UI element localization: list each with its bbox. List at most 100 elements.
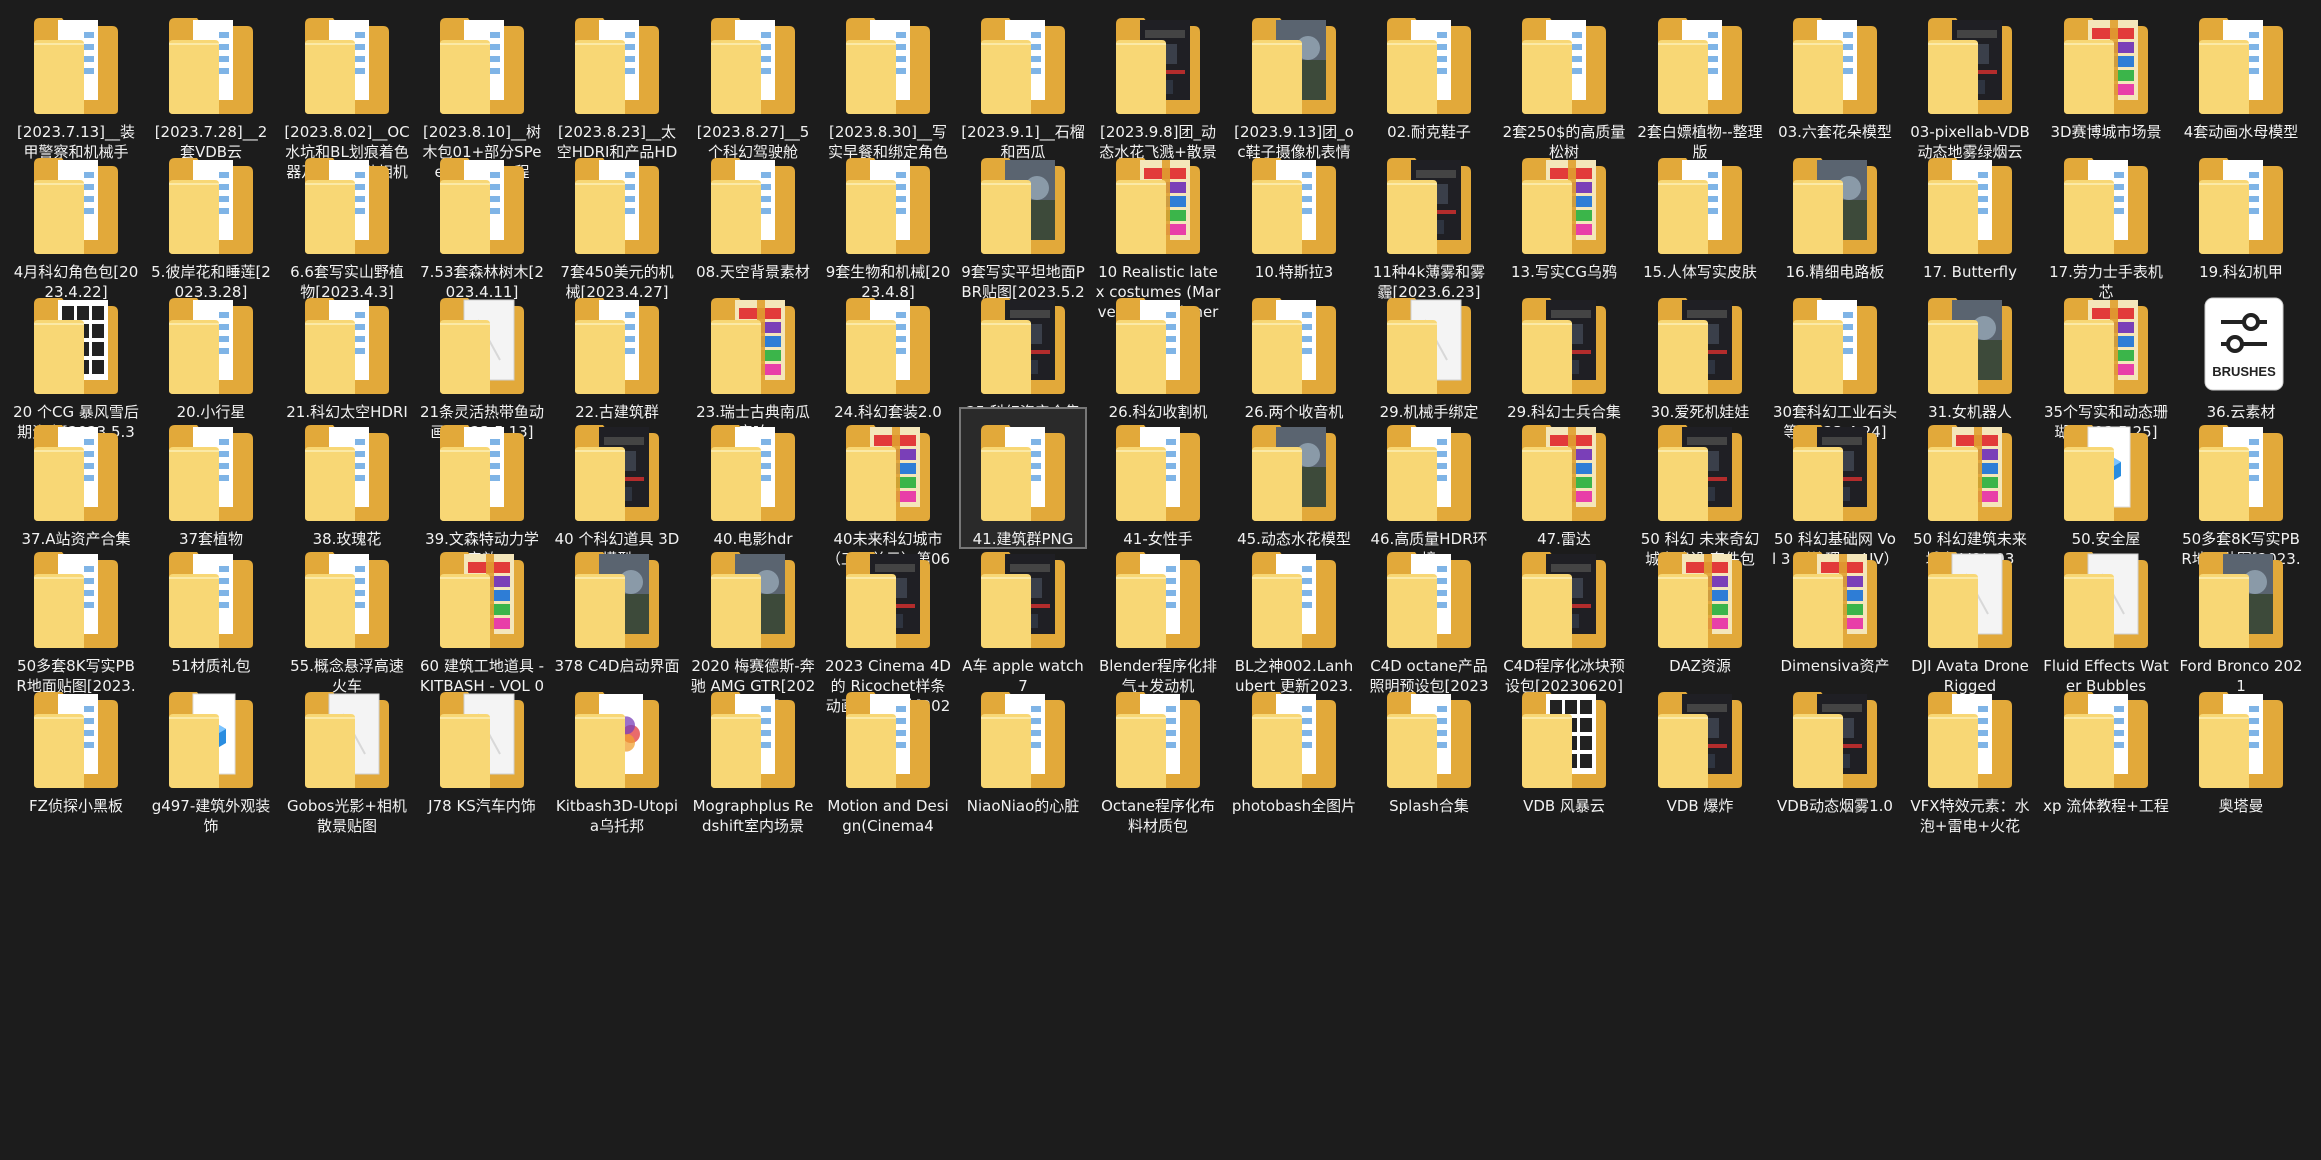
folder-item[interactable]: 2套白嫖植物--整理版 xyxy=(1636,0,1764,162)
folder-label: Gobos光影+相机散景贴图 xyxy=(287,797,407,835)
folder-item[interactable]: [2023.8.27]__5个科幻驾驶舱 xyxy=(689,0,817,162)
folder-icon xyxy=(569,14,665,118)
folder-item[interactable]: VFX特效元素：水泡+雷电+火花 xyxy=(1906,674,2034,836)
folder-item[interactable]: 29.机械手绑定 xyxy=(1365,280,1493,422)
folder-item[interactable]: 40.电影hdr xyxy=(689,407,817,549)
folder-icon xyxy=(975,154,1071,258)
folder-icon xyxy=(2193,154,2289,258)
folder-item[interactable]: Mographplus Redshift室内场景 xyxy=(689,674,817,836)
folder-item[interactable]: 7.53套森林树木[2023.4.11] xyxy=(418,140,546,302)
folder-item[interactable]: 03-pixellab-VDB动态地雾绿烟云 xyxy=(1906,0,2034,162)
folder-label: photobash全图片 xyxy=(1231,797,1357,815)
folder-item[interactable]: 5.彼岸花和睡莲[2023.3.28] xyxy=(147,140,275,302)
folder-item[interactable]: DJI Avata Drone Rigged xyxy=(1906,534,2034,696)
folder-item[interactable]: 41.建筑群PNG xyxy=(959,407,1087,549)
folder-item[interactable]: 19.科幻机甲 xyxy=(2177,140,2305,282)
folder-item[interactable]: Fluid Effects Water Bubbles xyxy=(2042,534,2170,696)
folder-item[interactable]: DAZ资源 xyxy=(1636,534,1764,676)
folder-item[interactable]: 47.雷达 xyxy=(1500,407,1628,549)
folder-item[interactable]: 7套450美元的机械[2023.4.27] xyxy=(553,140,681,302)
folder-label: Motion and Design(Cinema4 xyxy=(827,797,949,835)
folder-item[interactable]: 45.动态水花模型 xyxy=(1230,407,1358,549)
folder-item[interactable]: 20.小行星 xyxy=(147,280,275,422)
folder-item[interactable]: 50.安全屋 xyxy=(2042,407,2170,549)
folder-item[interactable]: 38.玫瑰花 xyxy=(283,407,411,549)
folder-icon xyxy=(1652,421,1748,525)
folder-item[interactable]: 4套动画水母模型 xyxy=(2177,0,2305,142)
folder-item[interactable]: 11种4k薄雾和雾霾[2023.6.23] xyxy=(1365,140,1493,302)
folder-item[interactable]: Ford Bronco 2021 xyxy=(2177,534,2305,696)
folder-item[interactable]: Octane程序化布料材质包 xyxy=(1094,674,1222,836)
folder-icon xyxy=(705,294,801,398)
folder-item[interactable]: [2023.7.28]__2套VDB云 xyxy=(147,0,275,162)
folder-item[interactable]: 55.概念悬浮高速火车 xyxy=(283,534,411,696)
folder-icon xyxy=(1516,548,1612,652)
folder-icon xyxy=(163,294,259,398)
folder-item[interactable]: Kitbash3D-Utopia乌托邦 xyxy=(553,674,681,836)
folder-item[interactable]: 37套植物 xyxy=(147,407,275,549)
folder-item[interactable]: 9套生物和机械[2023.4.8] xyxy=(824,140,952,302)
folder-item[interactable]: Dimensiva资产 xyxy=(1771,534,1899,676)
folder-item[interactable]: VDB动态烟雾1.0 xyxy=(1771,674,1899,816)
folder-item[interactable]: 10.特斯拉3 xyxy=(1230,140,1358,282)
folder-item[interactable]: g497-建筑外观装饰 xyxy=(147,674,275,836)
folder-label: xp 流体教程+工程 xyxy=(2043,797,2169,815)
folder-item[interactable]: 02.耐克鞋子 xyxy=(1365,0,1493,142)
folder-item[interactable]: 4月科幻角色包[2023.4.22] xyxy=(12,140,140,302)
folder-item[interactable]: Blender程序化排气+发动机 xyxy=(1094,534,1222,696)
folder-label: 51材质礼包 xyxy=(171,657,251,675)
folder-item[interactable]: Gobos光影+相机散景贴图 xyxy=(283,674,411,836)
folder-item[interactable]: 奥塔曼 xyxy=(2177,674,2305,816)
folder-item[interactable]: 24.科幻套装2.0 xyxy=(824,280,952,422)
folder-item[interactable]: 17.劳力士手表机芯 xyxy=(2042,140,2170,302)
folder-icon xyxy=(1922,421,2018,525)
folder-item[interactable]: VDB 爆炸 xyxy=(1636,674,1764,816)
folder-item[interactable]: 2套250$的高质量松树 xyxy=(1500,0,1628,162)
folder-item[interactable]: 16.精细电路板 xyxy=(1771,140,1899,282)
folder-item[interactable]: C4D程序化冰块预设包[20230620] xyxy=(1500,534,1628,696)
folder-item[interactable]: 29.科幻士兵合集 xyxy=(1500,280,1628,422)
folder-item[interactable]: xp 流体教程+工程 xyxy=(2042,674,2170,816)
folder-item[interactable]: 51材质礼包 xyxy=(147,534,275,676)
folder-label: 15.人体写实皮肤 xyxy=(1643,263,1757,281)
folder-item[interactable]: 21.科幻太空HDRI xyxy=(283,280,411,422)
folder-item[interactable]: FZ侦探小黑板 xyxy=(12,674,140,816)
folder-item[interactable]: Motion and Design(Cinema4 xyxy=(824,674,952,836)
folder-item[interactable]: 03.六套花朵模型 xyxy=(1771,0,1899,142)
folder-icon xyxy=(1922,294,2018,398)
folder-item[interactable]: [2023.9.13]团_oc鞋子摄像机表情 xyxy=(1230,0,1358,162)
folder-icon xyxy=(299,688,395,792)
folder-icon xyxy=(1787,548,1883,652)
folder-item[interactable]: photobash全图片 xyxy=(1230,674,1358,816)
folder-item[interactable]: 25.科幻资产合集 xyxy=(959,280,1087,422)
folder-item[interactable]: 3D赛博城市场景 xyxy=(2042,0,2170,142)
folder-icon xyxy=(705,421,801,525)
folder-item[interactable]: 26.两个收音机 xyxy=(1230,280,1358,422)
folder-item[interactable]: 378 C4D启动界面 xyxy=(553,534,681,676)
folder-item[interactable]: 31.女机器人 xyxy=(1906,280,2034,422)
folder-item[interactable]: 41-女性手 xyxy=(1094,407,1222,549)
folder-item[interactable]: [2023.8.30]__写实早餐和绑定角色 xyxy=(824,0,952,162)
folder-item[interactable]: 17. Butterfly xyxy=(1906,140,2034,282)
folder-item[interactable]: Splash合集 xyxy=(1365,674,1493,816)
folder-item[interactable]: [2023.7.13]__装甲警察和机械手 xyxy=(12,0,140,162)
folder-item[interactable]: 6.6套写实山野植物[2023.4.3] xyxy=(283,140,411,302)
folder-icon xyxy=(1246,688,1342,792)
folder-item[interactable]: [2023.9.1]__石榴和西瓜 xyxy=(959,0,1087,162)
folder-icon xyxy=(1516,14,1612,118)
folder-item[interactable]: 26.科幻收割机 xyxy=(1094,280,1222,422)
folder-item[interactable]: 08.天空背景素材 xyxy=(689,140,817,282)
folder-item[interactable]: 37.A站资产合集 xyxy=(12,407,140,549)
folder-item[interactable]: 22.古建筑群 xyxy=(553,280,681,422)
folder-icon xyxy=(1110,688,1206,792)
folder-item[interactable]: A车 apple watch 7 xyxy=(959,534,1087,696)
folder-icon xyxy=(840,14,936,118)
folder-label: 4套动画水母模型 xyxy=(2183,123,2299,141)
folder-item[interactable]: 15.人体写实皮肤 xyxy=(1636,140,1764,282)
folder-item[interactable]: J78 KS汽车内饰 xyxy=(418,674,546,816)
folder-item[interactable]: 30.爱死机娃娃 xyxy=(1636,280,1764,422)
folder-item[interactable]: 13.写实CG乌鸦 xyxy=(1500,140,1628,282)
folder-item[interactable]: NiaoNiao的心脏 xyxy=(959,674,1087,816)
folder-item[interactable]: VDB 风暴云 xyxy=(1500,674,1628,816)
folder-item[interactable]: BRUSHES 36.云素材 xyxy=(2177,280,2305,422)
